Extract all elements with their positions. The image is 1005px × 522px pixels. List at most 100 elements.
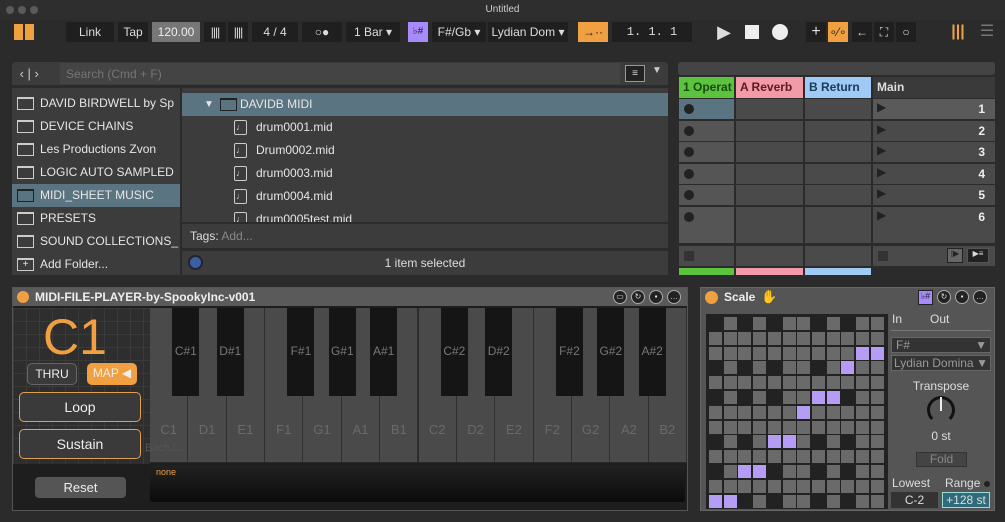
arrangement-view-icon[interactable]: ☰ <box>976 22 998 42</box>
grid-cell[interactable] <box>753 331 767 345</box>
track-header[interactable]: A Reverb <box>736 77 803 98</box>
grid-cell[interactable] <box>782 391 796 404</box>
grid-cell[interactable] <box>738 479 752 493</box>
follow-arrow-icon[interactable]: →·· <box>578 22 608 42</box>
grid-cell[interactable] <box>782 435 796 449</box>
grid-cell[interactable] <box>797 405 811 419</box>
device-power-toggle[interactable] <box>705 291 718 304</box>
black-key[interactable]: F#2 <box>555 308 583 396</box>
tags-input[interactable]: Add... <box>221 229 252 243</box>
grid-cell[interactable] <box>870 494 884 508</box>
clip-slot[interactable] <box>805 185 871 205</box>
more-icon[interactable]: … <box>667 290 681 304</box>
metronome-button[interactable]: ○● <box>302 22 342 42</box>
stop-button[interactable] <box>742 22 762 42</box>
grid-cell[interactable] <box>723 420 737 434</box>
clip-slot[interactable] <box>736 163 803 184</box>
grid-cell[interactable] <box>841 317 855 330</box>
grid-cell[interactable] <box>856 317 869 330</box>
grid-cell[interactable] <box>738 331 752 345</box>
grid-cell[interactable] <box>856 494 869 508</box>
add-folder-button[interactable]: + Add Folder... <box>12 253 180 276</box>
play-scene-icon[interactable]: ▶ <box>877 100 886 114</box>
time-signature-field[interactable]: 4 / 4 <box>252 22 298 42</box>
scene-launch[interactable]: ▶ 3 <box>873 142 995 162</box>
hot-swap-icon[interactable]: ↻ <box>631 290 645 304</box>
grid-cell[interactable] <box>797 450 811 464</box>
file-item[interactable]: ♩ Drum0002.mid <box>182 139 668 162</box>
grid-cell[interactable] <box>870 317 884 330</box>
grid-cell[interactable] <box>841 391 855 404</box>
grid-cell[interactable] <box>782 331 796 345</box>
grid-cell[interactable] <box>841 346 855 360</box>
grid-cell[interactable] <box>753 405 767 419</box>
grid-cell[interactable] <box>870 346 884 360</box>
play-button[interactable]: ▶ <box>712 22 736 42</box>
view-toggle-icon[interactable] <box>14 22 36 42</box>
grid-cell[interactable] <box>841 405 855 419</box>
grid-cell[interactable] <box>723 405 737 419</box>
black-key[interactable]: G#1 <box>328 308 356 396</box>
grid-cell[interactable] <box>841 376 855 390</box>
grid-cell[interactable] <box>797 391 811 404</box>
grid-cell[interactable] <box>782 361 796 375</box>
grid-cell[interactable] <box>767 420 781 434</box>
nudge-down-icon[interactable]: |||| <box>204 22 226 42</box>
grid-cell[interactable] <box>870 376 884 390</box>
lowest-field[interactable]: C-2 <box>891 492 938 508</box>
transpose-knob[interactable] <box>927 396 955 424</box>
grid-cell[interactable] <box>841 361 855 375</box>
grid-cell[interactable] <box>797 465 811 478</box>
more-icon[interactable]: … <box>973 290 987 304</box>
grid-cell[interactable] <box>797 420 811 434</box>
mode-dropdown[interactable]: Lydian Domina ▼ <box>891 355 991 371</box>
grid-cell[interactable] <box>767 317 781 330</box>
save-icon[interactable]: ▪ <box>649 290 663 304</box>
loop-circle-icon[interactable]: ○ <box>896 22 916 42</box>
grid-cell[interactable] <box>767 435 781 449</box>
grid-cell[interactable] <box>811 331 825 345</box>
play-scene-icon[interactable]: ▶ <box>877 122 886 136</box>
map-button[interactable]: MAP ◀ <box>87 363 137 385</box>
grid-cell[interactable] <box>870 361 884 375</box>
grid-cell[interactable] <box>723 391 737 404</box>
grid-cell[interactable] <box>753 465 767 478</box>
tap-tempo-button[interactable]: Tap <box>118 22 148 42</box>
grid-cell[interactable] <box>767 346 781 360</box>
grid-cell[interactable] <box>782 405 796 419</box>
reset-button[interactable]: Reset <box>35 477 126 498</box>
file-item[interactable]: ♩ drum0001.mid <box>182 116 668 139</box>
grid-cell[interactable] <box>797 494 811 508</box>
grid-cell[interactable] <box>753 494 767 508</box>
fold-icon[interactable]: ▭ <box>613 290 627 304</box>
place-item[interactable]: DAVID BIRDWELL by Sp <box>12 92 180 115</box>
grid-cell[interactable] <box>709 391 722 404</box>
play-scene-icon[interactable]: ▶ <box>877 208 886 222</box>
grid-cell[interactable] <box>709 420 722 434</box>
grid-cell[interactable] <box>738 435 752 449</box>
grid-cell[interactable] <box>870 479 884 493</box>
grid-cell[interactable] <box>723 361 737 375</box>
place-item[interactable]: Les Productions Zvon <box>12 138 180 161</box>
follow-scenes-icon[interactable]: ▶≡ <box>967 248 989 263</box>
grid-cell[interactable] <box>856 346 869 360</box>
grid-cell[interactable] <box>723 317 737 330</box>
fold-button[interactable]: Fold <box>916 452 967 467</box>
clip-slot[interactable] <box>736 185 803 205</box>
grid-cell[interactable] <box>753 479 767 493</box>
grid-cell[interactable] <box>841 494 855 508</box>
scene-launch[interactable]: ▶ 6 <box>873 206 995 243</box>
place-item[interactable]: MIDI_SHEET MUSIC <box>12 184 180 207</box>
grid-cell[interactable] <box>826 479 840 493</box>
black-key[interactable]: C#1 <box>172 308 200 396</box>
device-power-toggle[interactable] <box>17 291 29 303</box>
grid-cell[interactable] <box>841 331 855 345</box>
grid-cell[interactable] <box>723 435 737 449</box>
session-view-icon[interactable]: ||| <box>946 22 970 42</box>
clip-slot[interactable] <box>679 120 734 141</box>
root-dropdown[interactable]: F# ▼ <box>891 337 991 353</box>
grid-cell[interactable] <box>753 450 767 464</box>
grid-cell[interactable] <box>870 450 884 464</box>
record-arm-icon[interactable] <box>684 211 694 222</box>
black-key[interactable]: A#1 <box>370 308 398 396</box>
